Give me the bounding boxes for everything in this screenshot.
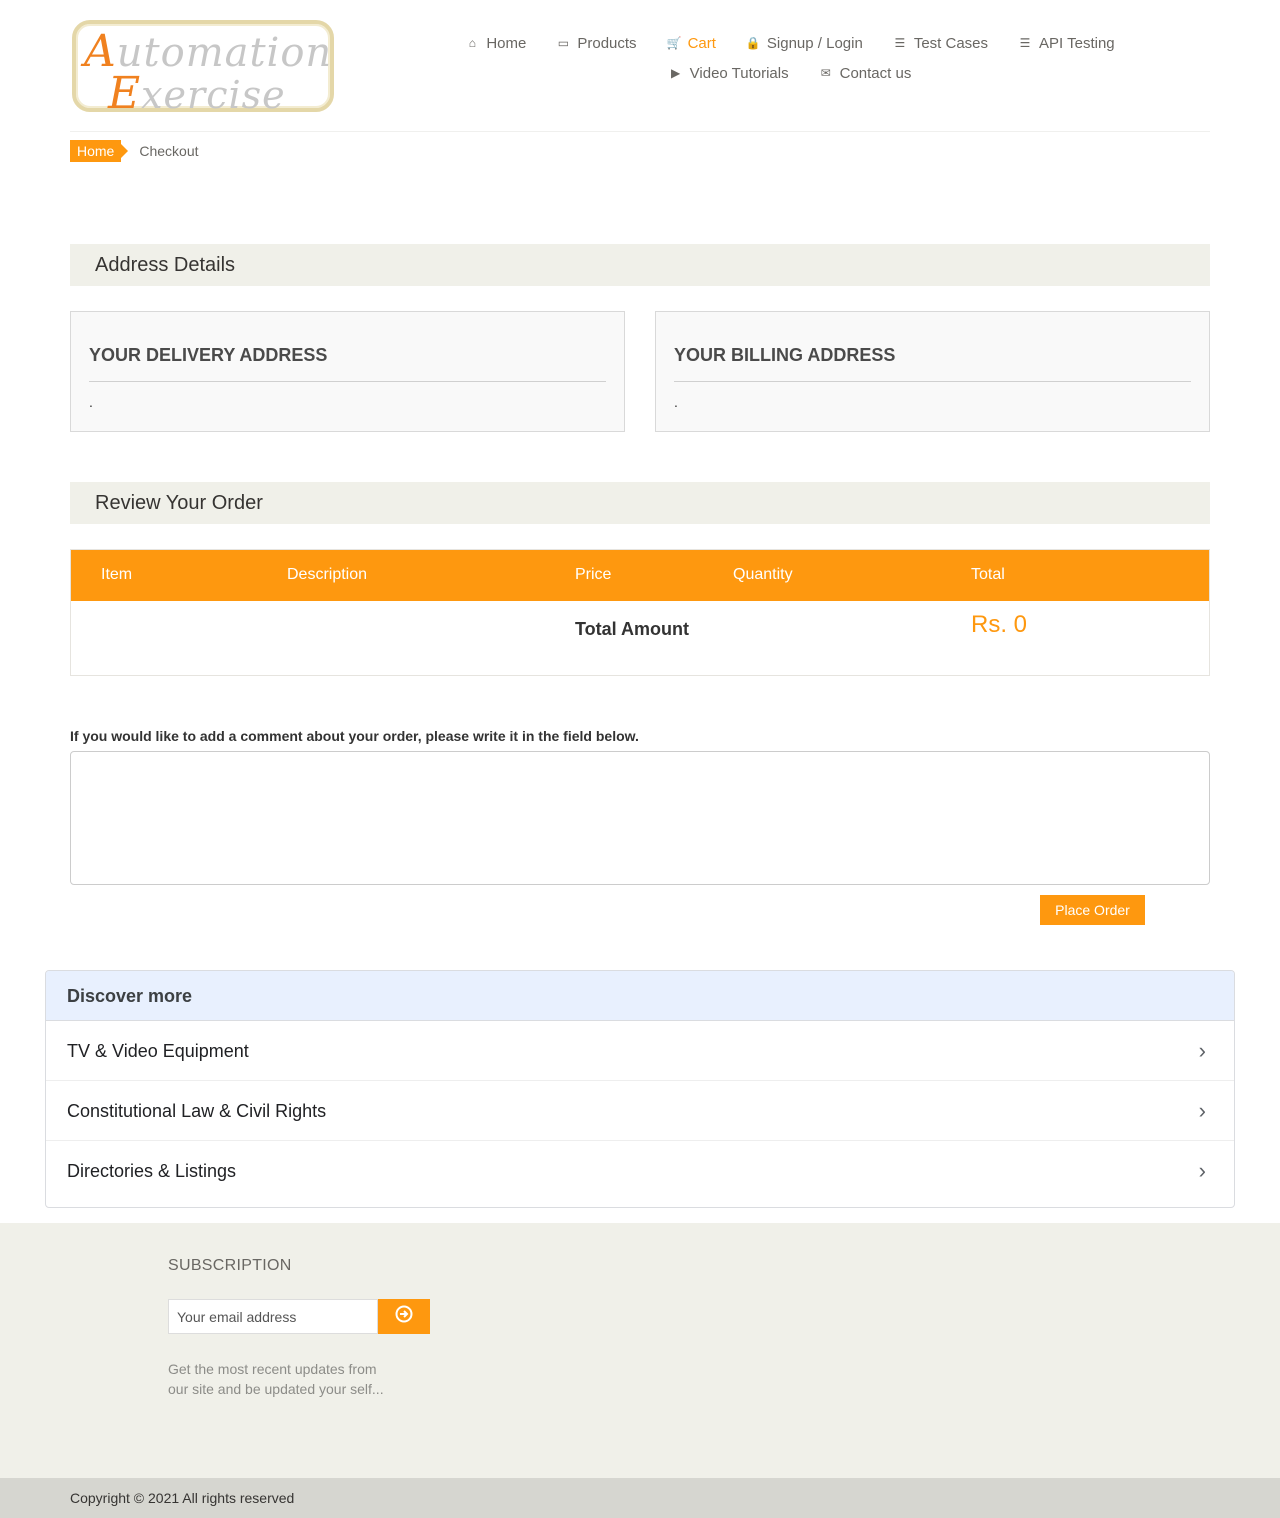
delivery-address-box: YOUR DELIVERY ADDRESS .: [70, 311, 625, 432]
list-icon: ☰: [894, 36, 906, 50]
subscription-title: SUBSCRIPTION: [168, 1257, 292, 1274]
column-price: Price: [575, 566, 612, 583]
column-item: Item: [101, 566, 133, 583]
subscription-email-input[interactable]: [168, 1299, 378, 1334]
envelope-icon: ✉: [820, 66, 831, 80]
arrow-circle-right-icon: [395, 1305, 413, 1323]
delivery-address-title: YOUR DELIVERY ADDRESS: [89, 345, 606, 382]
nav-cart[interactable]: 🛒 Cart: [667, 35, 716, 52]
chevron-right-icon: ›: [1198, 1038, 1206, 1063]
nav-api-testing[interactable]: ☰ API Testing: [1018, 35, 1115, 52]
site-logo[interactable]: Automation Exercise: [72, 20, 334, 119]
site-header: Automation Exercise ⌂ Home ▭ Products 🛒 Car…: [0, 0, 1280, 132]
order-table: Item Description Price Quantity Total To…: [70, 549, 1210, 676]
billing-address-value: .: [674, 394, 678, 410]
briefcase-icon: ▭: [557, 36, 570, 50]
order-total-row: Total Amount Rs. 0: [71, 601, 1209, 675]
discover-item-constitutional-law[interactable]: Constitutional Law & Civil Rights ›: [46, 1081, 1234, 1141]
cart-icon: 🛒: [666, 36, 682, 50]
discover-item-directories[interactable]: Directories & Listings ›: [46, 1141, 1234, 1201]
chevron-right-icon: ›: [1198, 1098, 1206, 1123]
order-comment-textarea[interactable]: [70, 751, 1210, 885]
nav-video-tutorials[interactable]: ▶ Video Tutorials: [669, 65, 789, 82]
review-order-heading: Review Your Order: [70, 482, 1210, 524]
home-icon: ⌂: [468, 36, 476, 50]
place-order-button[interactable]: Place Order: [1040, 895, 1145, 925]
discover-more-panel: Discover more TV & Video Equipment › Con…: [45, 970, 1235, 1208]
list-icon: ☰: [1019, 36, 1031, 50]
copyright-text: Copyright © 2021 All rights reserved: [70, 1490, 295, 1506]
subscribe-button[interactable]: [378, 1299, 430, 1334]
footer: SUBSCRIPTION Get the most recent updates…: [0, 1223, 1280, 1478]
column-total: Total: [971, 566, 1005, 583]
nav-home[interactable]: ⌂ Home: [465, 35, 527, 52]
delivery-address-value: .: [89, 394, 93, 410]
discover-item-tv-video[interactable]: TV & Video Equipment ›: [46, 1021, 1234, 1081]
youtube-play-icon: ▶: [671, 66, 681, 80]
address-details-heading: Address Details: [70, 244, 1210, 286]
lock-icon: 🔒: [745, 36, 761, 50]
discover-more-title: Discover more: [46, 971, 1234, 1021]
column-quantity: Quantity: [733, 566, 793, 583]
chevron-right-icon: ›: [1198, 1158, 1206, 1183]
nav-test-cases[interactable]: ☰ Test Cases: [893, 35, 988, 52]
subscription-text: Get the most recent updates from our sit…: [168, 1361, 384, 1397]
order-table-header: Item Description Price Quantity Total: [71, 550, 1209, 601]
billing-address-title: YOUR BILLING ADDRESS: [674, 345, 1191, 382]
main-nav: ⌂ Home ▭ Products 🛒 Cart 🔒 Signup / Login ☰ T…: [440, 28, 1140, 88]
nav-contact-us[interactable]: ✉ Contact us: [819, 65, 912, 82]
breadcrumb-home-link[interactable]: Home: [70, 140, 129, 162]
nav-products[interactable]: ▭ Products: [556, 35, 637, 52]
header-divider: [70, 131, 1210, 132]
total-amount-value: Rs. 0: [971, 611, 1028, 638]
logo-text-line2: Exercise: [108, 68, 286, 119]
billing-address-box: YOUR BILLING ADDRESS .: [655, 311, 1210, 432]
nav-row-2: ▶ Video Tutorials ✉ Contact us: [440, 58, 1140, 88]
breadcrumb-current: Checkout: [139, 143, 199, 159]
comment-label: If you would like to add a comment about…: [70, 728, 639, 744]
copyright-bar: Copyright © 2021 All rights reserved: [0, 1478, 1280, 1518]
nav-signup-login[interactable]: 🔒 Signup / Login: [746, 35, 863, 52]
breadcrumb: Home Checkout: [70, 140, 199, 162]
total-amount-label: Total Amount: [575, 619, 689, 639]
nav-row-1: ⌂ Home ▭ Products 🛒 Cart 🔒 Signup / Login ☰ T…: [440, 28, 1140, 58]
column-description: Description: [287, 566, 368, 583]
